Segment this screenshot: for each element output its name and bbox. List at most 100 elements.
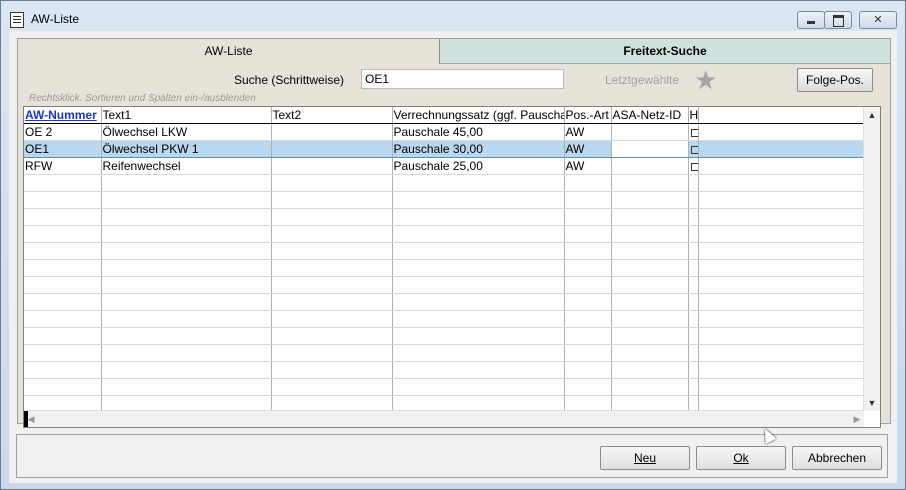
star-icon[interactable]: ★ [694,66,717,94]
empty-row [24,378,864,396]
empty-cell [392,225,565,243]
empty-cell [392,242,565,260]
empty-cell [392,276,565,294]
col-header-verrechnungssatz[interactable]: Verrechnungssatz (ggf. Pauschale) [392,107,565,124]
abbrechen-button[interactable]: Abbrechen [792,446,882,470]
tab-panel: Suche (Schrittweise) Rechtsklick. Sortie… [18,64,890,428]
empty-cell [271,293,393,311]
cell-h[interactable] [688,157,699,175]
minimize-button[interactable] [797,11,825,29]
cell-nummer[interactable]: OE1 [24,140,102,158]
empty-cell [392,174,565,192]
col-header-aw-nummer[interactable]: AW-Nummer [24,107,102,124]
table-row[interactable]: OE 2 Ölwechsel LKW Pauschale 45,00 AW [24,123,864,141]
scroll-down-icon[interactable]: ▼ [864,395,880,411]
scroll-right-icon[interactable]: ▶ [850,411,864,427]
cell-text2[interactable] [271,123,393,141]
empty-cell [24,310,102,328]
cell-satz[interactable]: Pauschale 25,00 [392,157,565,175]
col-header-text1[interactable]: Text1 [101,107,272,124]
empty-cell [611,208,689,226]
empty-cell [688,293,699,311]
maximize-button[interactable] [824,11,852,29]
empty-cell [688,327,699,345]
empty-cell [564,208,612,226]
recent-label: Letztgewählte [605,73,680,87]
h-checkbox[interactable] [690,145,697,154]
cell-text2[interactable] [271,157,393,175]
empty-row [24,225,864,243]
empty-cell [688,259,699,277]
empty-cell [564,174,612,192]
empty-cell [101,259,272,277]
table-row-selected[interactable]: OE1 Ölwechsel PKW 1 Pauschale 30,00 AW [24,140,864,158]
cell-nummer[interactable]: OE 2 [24,123,102,141]
cell-text1[interactable]: Reifenwechsel [101,157,272,175]
col-header-text2[interactable]: Text2 [271,107,393,124]
cell-asa[interactable] [611,157,689,175]
cell-asa[interactable] [611,123,689,141]
table-row[interactable]: RFW Reifenwechsel Pauschale 25,00 AW [24,157,864,175]
cell-h[interactable] [688,123,699,141]
title-bar[interactable]: AW-Liste ✕ [1,1,905,35]
list-icon [10,12,24,28]
aw-table: AW-Nummer Text1 Text2 Verrechnungssatz (… [23,106,881,428]
col-header-asa-netz-id[interactable]: ASA-Netz-ID [611,107,689,124]
cell-text1[interactable]: Ölwechsel PKW 1 [101,140,272,158]
scroll-up-icon[interactable]: ▲ [864,107,880,123]
tab-freitext-suche[interactable]: Freitext-Suche [440,39,890,64]
aw-table-rows: AW-Nummer Text1 Text2 Verrechnungssatz (… [24,107,864,413]
empty-cell [271,276,393,294]
empty-cell [101,174,272,192]
empty-cell [564,327,612,345]
empty-cell [24,344,102,362]
cell-posart[interactable]: AW [564,157,612,175]
empty-cell [24,242,102,260]
horizontal-scrollbar[interactable]: ◀ ▶ [24,410,864,427]
hint-text: Rechtsklick. Sortieren und Spalten ein-/… [29,93,256,104]
empty-cell [101,378,272,396]
cell-text1[interactable]: Ölwechsel LKW [101,123,272,141]
empty-cell [564,293,612,311]
h-checkbox[interactable] [690,162,697,171]
empty-cell [24,174,102,192]
search-input[interactable] [361,69,564,89]
h-checkbox[interactable] [690,128,697,137]
cell-nummer[interactable]: RFW [24,157,102,175]
empty-cell [698,276,864,294]
col-header-pos-art[interactable]: Pos.-Art [564,107,612,124]
tab-aw-liste[interactable]: AW-Liste [18,39,440,64]
cell-posart[interactable]: AW [564,123,612,141]
ok-button[interactable]: Ok [696,446,786,470]
cell-h[interactable] [688,140,699,158]
cell-text2[interactable] [271,140,393,158]
empty-cell [24,208,102,226]
cell-posart[interactable]: AW [564,140,612,158]
empty-cell [24,191,102,209]
empty-cell [611,293,689,311]
close-button[interactable]: ✕ [859,11,897,29]
cell-satz[interactable]: Pauschale 45,00 [392,123,565,141]
empty-row [24,344,864,362]
empty-row [24,327,864,345]
empty-cell [564,310,612,328]
empty-cell [271,327,393,345]
vertical-scrollbar[interactable]: ▲ ▼ [863,107,880,411]
minimize-icon [807,21,815,24]
empty-cell [101,344,272,362]
empty-row [24,191,864,209]
col-header-h[interactable]: H [688,107,699,124]
empty-cell [698,361,864,379]
empty-cell [688,361,699,379]
cell-asa[interactable] [611,140,689,158]
cell-satz[interactable]: Pauschale 30,00 [392,140,565,158]
empty-cell [392,361,565,379]
empty-cell [611,378,689,396]
window-title: AW-Liste [31,12,80,26]
empty-row [24,310,864,328]
empty-cell [392,327,565,345]
neu-button[interactable]: Neu [600,446,690,470]
empty-cell [271,191,393,209]
folge-pos-button[interactable]: Folge-Pos. [797,68,873,92]
empty-cell [688,378,699,396]
